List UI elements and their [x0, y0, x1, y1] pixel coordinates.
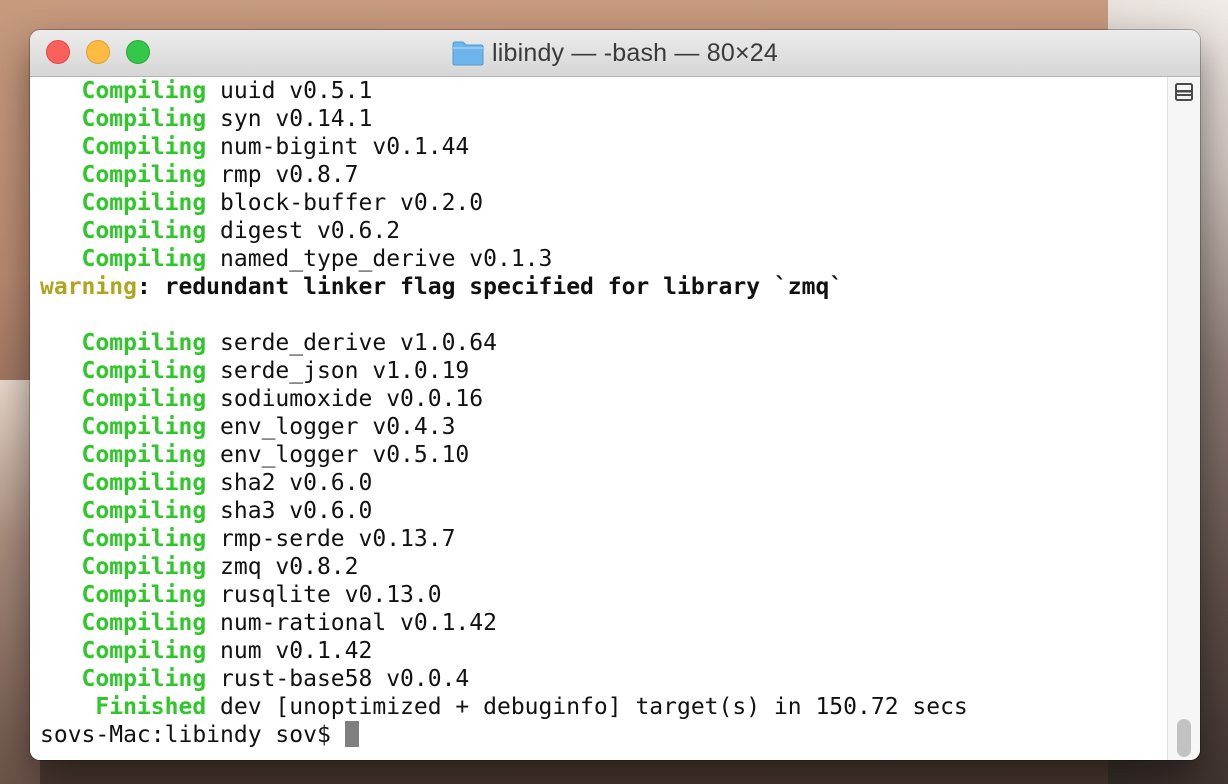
package-name: rusqlite v0.13.0 [220, 582, 442, 608]
terminal-line-compiling: Compiling zmq v0.8.2 [40, 553, 968, 581]
compiling-label: Compiling [81, 218, 207, 244]
package-name: digest v0.6.2 [220, 218, 401, 244]
compiling-label: Compiling [81, 358, 207, 384]
terminal-line-warning: warning: redundant linker flag specified… [40, 273, 968, 301]
compiling-label: Compiling [81, 78, 207, 104]
terminal-line-compiling: Compiling digest v0.6.2 [40, 217, 968, 245]
terminal-line-compiling: Compiling num v0.1.42 [40, 637, 968, 665]
shell-prompt: sovs-Mac:libindy sov$ [40, 722, 345, 748]
terminal-line-compiling: Compiling syn v0.14.1 [40, 105, 968, 133]
package-name: rmp v0.8.7 [220, 162, 359, 188]
terminal-prompt-line[interactable]: sovs-Mac:libindy sov$ [40, 721, 968, 749]
terminal-line-compiling: Compiling serde_json v1.0.19 [40, 357, 968, 385]
terminal-line-compiling: Compiling rmp-serde v0.13.7 [40, 525, 968, 553]
terminal-line-compiling: Compiling rust-base58 v0.0.4 [40, 665, 968, 693]
warning-message: : redundant linker flag specified for li… [136, 274, 844, 300]
package-name: env_logger v0.4.3 [220, 414, 456, 440]
compiling-label: Compiling [81, 162, 207, 188]
compiling-label: Compiling [81, 666, 207, 692]
terminal-line-compiling: Compiling rmp v0.8.7 [40, 161, 968, 189]
terminal-output[interactable]: Compiling uuid v0.5.1 Compiling syn v0.1… [30, 77, 1168, 760]
warning-label: warning [40, 274, 137, 300]
package-name: num-bigint v0.1.44 [220, 134, 470, 160]
compiling-label: Compiling [81, 134, 207, 160]
package-name: syn v0.14.1 [220, 106, 373, 132]
compiling-label: Compiling [81, 554, 207, 580]
package-name: named_type_derive v0.1.3 [220, 246, 553, 272]
terminal-window: libindy — -bash — 80×24 Compiling uuid v… [30, 30, 1200, 760]
compiling-label: Compiling [81, 470, 207, 496]
package-name: num v0.1.42 [220, 638, 373, 664]
folder-icon [452, 41, 484, 66]
package-name: sha3 v0.6.0 [220, 498, 373, 524]
terminal-line-compiling: Compiling uuid v0.5.1 [40, 77, 968, 105]
finished-summary: dev [unoptimized + debuginfo] target(s) … [220, 694, 968, 720]
title-bar[interactable]: libindy — -bash — 80×24 [30, 30, 1200, 77]
compiling-label: Compiling [81, 442, 207, 468]
terminal-line-compiling: Compiling num-rational v0.1.42 [40, 609, 968, 637]
package-name: num-rational v0.1.42 [220, 610, 497, 636]
package-name: block-buffer v0.2.0 [220, 190, 484, 216]
package-name: rust-base58 v0.0.4 [220, 666, 470, 692]
package-name: rmp-serde v0.13.7 [220, 526, 456, 552]
terminal-line-compiling: Compiling serde_derive v1.0.64 [40, 329, 968, 357]
scrollbar[interactable] [1167, 77, 1200, 760]
terminal-line-compiling: Compiling sha2 v0.6.0 [40, 469, 968, 497]
compiling-label: Compiling [81, 414, 207, 440]
text-cursor [344, 721, 359, 747]
terminal-lines[interactable]: Compiling uuid v0.5.1 Compiling syn v0.1… [40, 77, 968, 749]
finished-label: Finished [95, 694, 207, 720]
package-name: serde_derive v1.0.64 [220, 330, 497, 356]
compiling-label: Compiling [81, 526, 207, 552]
terminal-line-compiling: Compiling block-buffer v0.2.0 [40, 189, 968, 217]
compiling-label: Compiling [81, 610, 207, 636]
terminal-line-compiling: Compiling sha3 v0.6.0 [40, 497, 968, 525]
split-pane-icon[interactable] [1174, 81, 1194, 103]
compiling-label: Compiling [81, 498, 207, 524]
package-name: sha2 v0.6.0 [220, 470, 373, 496]
terminal-line-compiling: Compiling env_logger v0.5.10 [40, 441, 968, 469]
compiling-label: Compiling [81, 330, 207, 356]
compiling-label: Compiling [81, 582, 207, 608]
package-name: uuid v0.5.1 [220, 78, 373, 104]
terminal-line-compiling: Compiling env_logger v0.4.3 [40, 413, 968, 441]
window-title-group: libindy — -bash — 80×24 [30, 30, 1200, 76]
terminal-line-compiling: Compiling sodiumoxide v0.0.16 [40, 385, 968, 413]
compiling-label: Compiling [81, 386, 207, 412]
terminal-line-compiling: Compiling rusqlite v0.13.0 [40, 581, 968, 609]
terminal-line-compiling: Compiling named_type_derive v0.1.3 [40, 245, 968, 273]
package-name: serde_json v1.0.19 [220, 358, 470, 384]
scrollbar-thumb[interactable] [1177, 719, 1191, 757]
terminal-line-finished: Finished dev [unoptimized + debuginfo] t… [40, 693, 968, 721]
package-name: sodiumoxide v0.0.16 [220, 386, 484, 412]
compiling-label: Compiling [81, 106, 207, 132]
window-title: libindy — -bash — 80×24 [491, 38, 778, 67]
compiling-label: Compiling [81, 190, 207, 216]
compiling-label: Compiling [81, 638, 207, 664]
terminal-line-compiling: Compiling num-bigint v0.1.44 [40, 133, 968, 161]
package-name: zmq v0.8.2 [220, 554, 359, 580]
package-name: env_logger v0.5.10 [220, 442, 470, 468]
compiling-label: Compiling [81, 246, 207, 272]
